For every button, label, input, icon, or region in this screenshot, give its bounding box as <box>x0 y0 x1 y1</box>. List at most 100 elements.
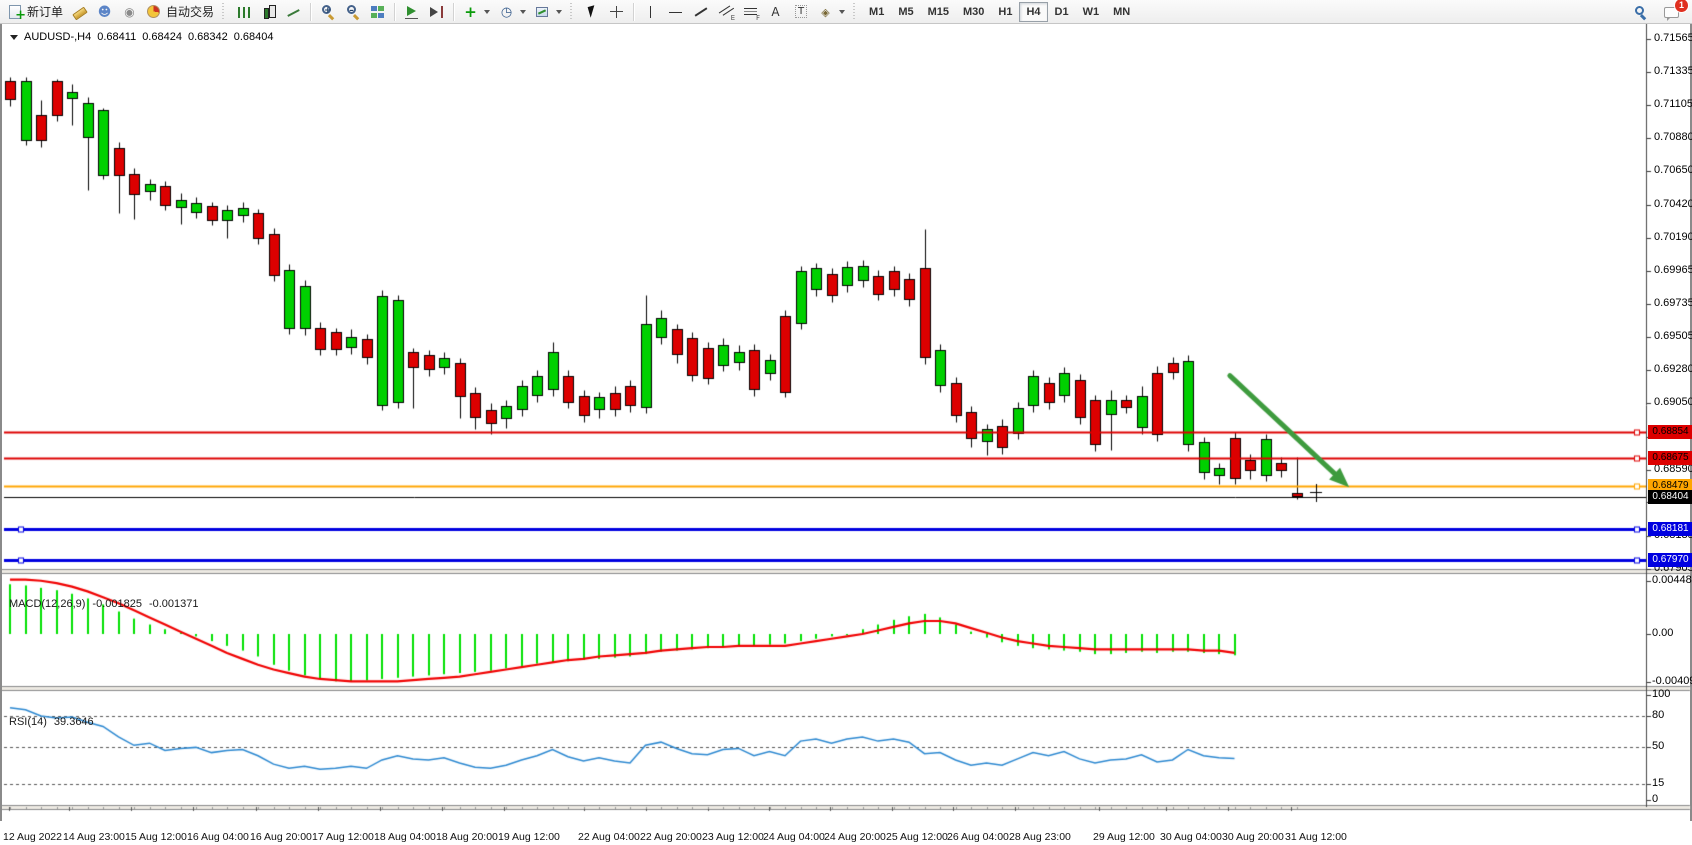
hline-price-tag[interactable]: 0.68675 <box>1648 451 1692 465</box>
shift-icon <box>428 4 445 20</box>
rsi-axis-tick: 80 <box>1652 709 1664 721</box>
toolbar-separator <box>222 3 227 21</box>
equidistant-channel-button[interactable] <box>713 1 738 23</box>
autoscroll-icon <box>403 4 420 20</box>
chart-canvas[interactable] <box>2 2 1692 845</box>
price-axis-tick: 0.71565 <box>1654 32 1692 44</box>
crosshair-button[interactable] <box>604 1 629 23</box>
macd-signal-value: -0.001371 <box>149 598 199 610</box>
doc-icon <box>9 5 21 19</box>
hline-price-tag[interactable]: 0.67970 <box>1648 553 1692 567</box>
zoom-out-button[interactable] <box>340 1 365 23</box>
timeframe-h4-button[interactable]: H4 <box>1019 2 1047 22</box>
date-axis-label: 22 Aug 04:00 <box>578 831 640 843</box>
indicators-icon <box>462 4 479 20</box>
cursor-icon <box>583 4 600 20</box>
trend-icon <box>692 4 709 20</box>
price-axis-tick: 0.69280 <box>1654 363 1692 375</box>
date-axis-label: 24 Aug 20:00 <box>824 831 886 843</box>
timeframe-mn-button[interactable]: MN <box>1106 2 1137 22</box>
new-order-label: 新订单 <box>27 3 63 20</box>
toolbar-separator <box>453 3 454 21</box>
crayon-icon <box>71 4 88 20</box>
price-axis-tick: 0.69050 <box>1654 396 1692 408</box>
horizontal-line-button[interactable] <box>663 1 688 23</box>
trendline-button[interactable] <box>688 1 713 23</box>
chevron-down-icon[interactable] <box>484 10 490 14</box>
channel-icon <box>717 4 734 20</box>
timeframe-h1-button[interactable]: H1 <box>991 2 1019 22</box>
zoomout-icon <box>344 4 361 20</box>
date-axis-label: 17 Aug 12:00 <box>312 831 374 843</box>
crayon-button[interactable] <box>67 1 92 23</box>
search-button[interactable] <box>1628 1 1653 23</box>
toolbar-separator <box>570 3 575 21</box>
quote-high: 0.68424 <box>142 31 182 43</box>
auto-trading-button[interactable]: 自动交易 <box>142 1 218 23</box>
macd-main-value: -0.001825 <box>92 598 142 610</box>
hline-price-tag[interactable]: 0.68854 <box>1648 425 1692 439</box>
rsi-axis-tick: 50 <box>1652 740 1664 752</box>
template-icon <box>534 4 551 20</box>
publisher-button[interactable] <box>92 1 117 23</box>
signals-button[interactable] <box>117 1 142 23</box>
notification-badge: 1 <box>1675 0 1688 12</box>
date-axis-label: 30 Aug 04:00 <box>1160 831 1222 843</box>
toolbar-separator <box>310 3 311 21</box>
current-price-tag[interactable]: 0.68404 <box>1648 490 1692 504</box>
timeframe-m1-button[interactable]: M1 <box>862 2 891 22</box>
mt4-terminal: 新订单 自动交易 M1M5M15M30H1H4D1W1MN 1 AUDUSD-,H4 … <box>0 0 1692 845</box>
date-axis-label: 22 Aug 20:00 <box>640 831 702 843</box>
chart-bars-button[interactable] <box>231 1 256 23</box>
toolbar-separator <box>853 3 858 21</box>
indicators-button[interactable] <box>458 1 494 23</box>
chevron-down-icon[interactable] <box>556 10 562 14</box>
zoom-in-button[interactable] <box>315 1 340 23</box>
auto-trading-label: 自动交易 <box>166 3 214 20</box>
arrows-button[interactable] <box>813 1 849 23</box>
labelT-icon <box>792 4 809 20</box>
chart-menu-chevron-icon[interactable] <box>10 35 18 40</box>
rsi-name: RSI(14) <box>9 716 47 728</box>
timeframe-w1-button[interactable]: W1 <box>1076 2 1107 22</box>
auto-scroll-button[interactable] <box>399 1 424 23</box>
price-axis-tick: 0.70880 <box>1654 131 1692 143</box>
timeframe-d1-button[interactable]: D1 <box>1048 2 1076 22</box>
chart-shift-button[interactable] <box>424 1 449 23</box>
tile-windows-button[interactable] <box>365 1 390 23</box>
text-label-button[interactable] <box>788 1 813 23</box>
text-button[interactable] <box>763 1 788 23</box>
timeframe-m5-button[interactable]: M5 <box>891 2 920 22</box>
date-axis-label: 14 Aug 23:00 <box>63 831 125 843</box>
price-axis-tick: 0.69505 <box>1654 330 1692 342</box>
notifications-button[interactable]: 1 <box>1659 1 1684 23</box>
date-axis-label: 12 Aug 2022 <box>3 831 62 843</box>
chevron-down-icon[interactable] <box>520 10 526 14</box>
new-order-button[interactable]: 新订单 <box>4 1 67 23</box>
price-axis-tick: 0.71335 <box>1654 65 1692 77</box>
cursor-button[interactable] <box>579 1 604 23</box>
date-axis-label: 31 Aug 12:00 <box>1285 831 1347 843</box>
vertical-line-button[interactable] <box>638 1 663 23</box>
timeframe-m15-button[interactable]: M15 <box>921 2 956 22</box>
timeframe-m30-button[interactable]: M30 <box>956 2 991 22</box>
macd-name: MACD(12,26,9) <box>9 598 85 610</box>
chart-candles-button[interactable] <box>256 1 281 23</box>
chevron-down-icon[interactable] <box>839 10 845 14</box>
signal-icon <box>121 4 138 20</box>
fibo-icon <box>742 4 759 20</box>
hline-price-tag[interactable]: 0.68181 <box>1648 522 1692 536</box>
clock-icon <box>498 4 515 20</box>
periods-button[interactable] <box>494 1 530 23</box>
rsi-axis-tick: 100 <box>1652 688 1670 700</box>
fibonacci-button[interactable] <box>738 1 763 23</box>
date-axis-label: 16 Aug 04:00 <box>187 831 249 843</box>
chart-line-button[interactable] <box>281 1 306 23</box>
date-axis-label: 29 Aug 12:00 <box>1093 831 1155 843</box>
price-axis-tick: 0.70190 <box>1654 231 1692 243</box>
date-axis-label: 18 Aug 20:00 <box>436 831 498 843</box>
price-axis-tick: 0.70420 <box>1654 198 1692 210</box>
chart-window: AUDUSD-,H4 0.68411 0.68424 0.68342 0.684… <box>0 0 1692 821</box>
rsi-value: 39.3646 <box>54 716 94 728</box>
templates-button[interactable] <box>530 1 566 23</box>
